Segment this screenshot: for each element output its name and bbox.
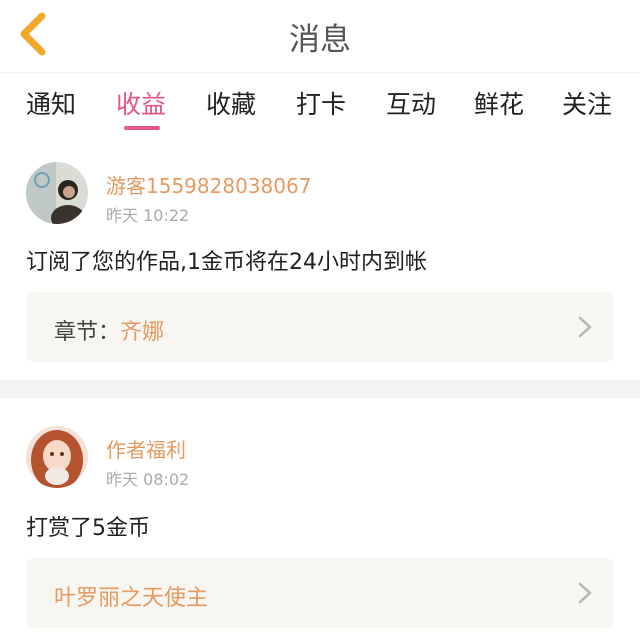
user-name[interactable]: 作者福利 [106,434,186,463]
section-divider [0,380,640,398]
tab-interaction[interactable]: 互动 [386,85,436,121]
page-title: 消息 [289,22,351,58]
avatar[interactable] [26,426,88,488]
tab-notifications[interactable]: 通知 [26,85,76,121]
timestamp: 昨天 10:22 [106,206,190,225]
chapter-label: 章节： [54,320,121,345]
tab-following[interactable]: 关注 [562,85,612,121]
chapter-title: 齐娜 [120,320,165,345]
user-name[interactable]: 游客1559828038067 [106,170,311,199]
tab-checkin[interactable]: 打卡 [296,85,346,121]
timestamp: 昨天 08:02 [106,470,190,489]
message-text: 订阅了您的作品,1金币将在24小时内到帐 [26,250,427,275]
active-tab-indicator [124,126,160,130]
tab-favorites[interactable]: 收藏 [206,85,256,121]
tab-flowers[interactable]: 鲜花 [474,85,524,121]
avatar[interactable] [26,162,88,224]
chapter-link[interactable]: 章节：齐娜 [26,292,614,362]
chevron-right-icon [578,582,592,604]
message-card: 作者福利 昨天 08:02 打赏了5金币 叶罗丽之天使主 [0,398,640,644]
work-title: 叶罗丽之天使主 [54,586,209,611]
tab-bar: 通知 收益 收藏 打卡 互动 鲜花 关注 [0,72,640,134]
tab-earnings[interactable]: 收益 [116,85,166,121]
chevron-right-icon [578,316,592,338]
message-text: 打赏了5金币 [26,516,150,541]
message-card: 游客1559828038067 昨天 10:22 订阅了您的作品,1金币将在24… [0,134,640,380]
work-link[interactable]: 叶罗丽之天使主 [26,558,614,628]
top-bar: 消息 [0,0,640,72]
